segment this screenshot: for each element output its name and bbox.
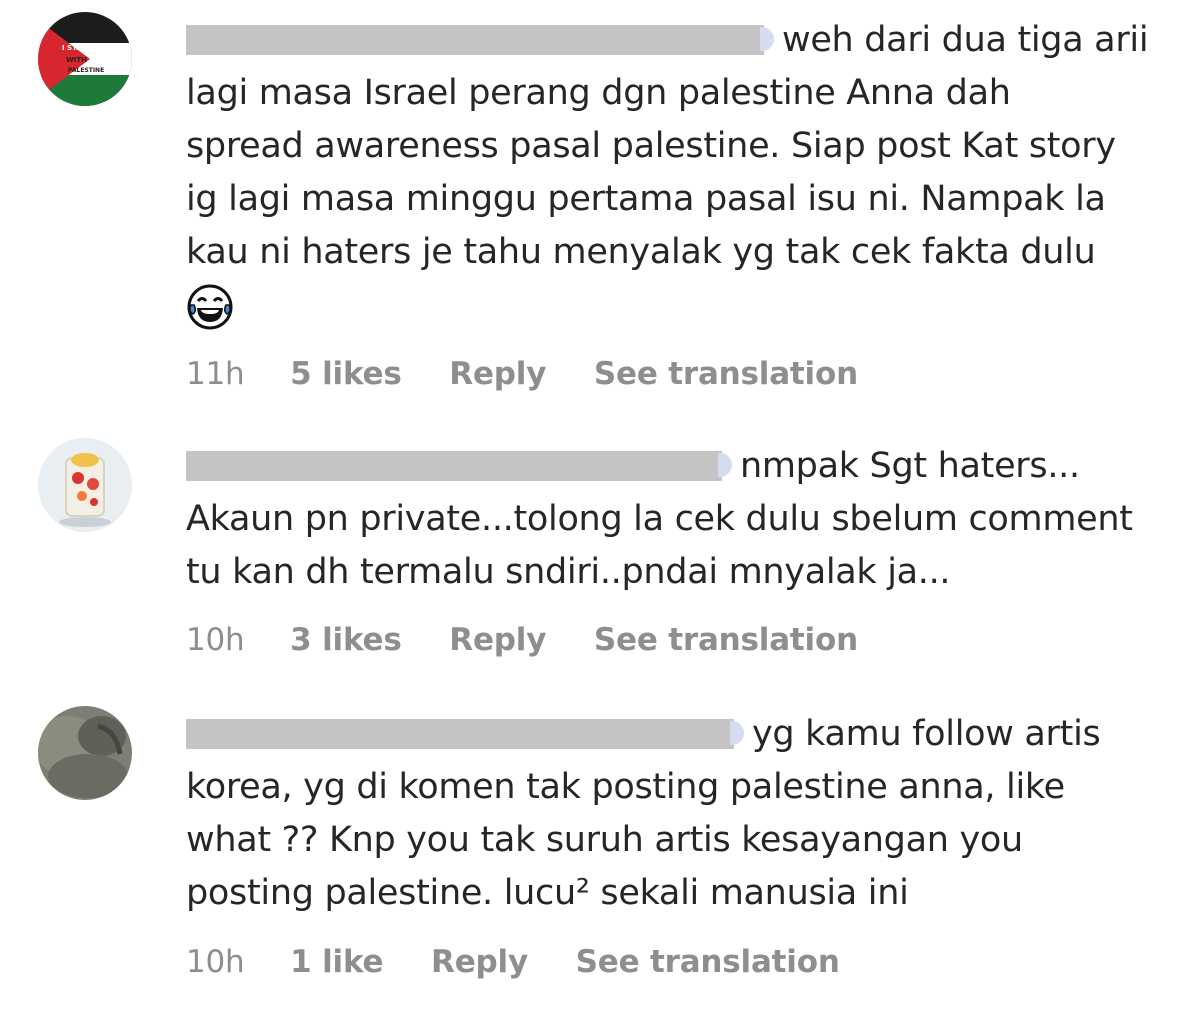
palestine-flag-avatar-icon: I STAND WITH PALESTINE	[38, 12, 132, 106]
comment-timestamp: 11h	[186, 356, 245, 392]
comment-text: yg kamu follow artis	[752, 714, 1101, 754]
comment-first-line: yg kamu follow artis	[186, 714, 1101, 754]
comment-text-line: tu kan dh termalu sndiri..pndai mnyalak …	[186, 552, 951, 592]
comment-meta: 10h 3 likes Reply See translation	[186, 622, 858, 658]
comment-timestamp: 10h	[186, 622, 245, 658]
gray-photo-avatar-icon	[38, 706, 132, 800]
reply-button[interactable]: Reply	[449, 622, 546, 658]
comment-meta: 10h 1 like Reply See translation	[186, 944, 840, 980]
comment-likes-count[interactable]: 1 like	[290, 944, 383, 980]
comment-meta: 11h 5 likes Reply See translation	[186, 356, 858, 392]
see-translation-button[interactable]: See translation	[594, 356, 858, 392]
reply-button[interactable]: Reply	[449, 356, 546, 392]
comment-text-line: spread awareness pasal palestine. Siap p…	[186, 126, 1116, 166]
tears-of-joy-emoji-icon	[187, 284, 233, 330]
see-translation-button[interactable]: See translation	[576, 944, 840, 980]
comment-timestamp: 10h	[186, 944, 245, 980]
comment-text: nmpak Sgt haters...	[740, 446, 1080, 486]
user-avatar[interactable]: I STAND WITH PALESTINE	[38, 12, 132, 106]
comment-first-line: nmpak Sgt haters...	[186, 446, 1080, 486]
comment-body: nmpak Sgt haters... Akaun pn private...t…	[186, 440, 1186, 599]
redacted-username-mention[interactable]	[186, 719, 744, 749]
dessert-photo-avatar-icon	[38, 438, 132, 532]
comment-body: yg kamu follow artis korea, yg di komen …	[186, 708, 1186, 920]
comment-text: weh dari dua tiga arii	[782, 20, 1149, 60]
comment-text-line: posting palestine. lucu² sekali manusia …	[186, 873, 909, 913]
user-avatar[interactable]	[38, 706, 132, 800]
comment-text-line: ig lagi masa minggu pertama pasal isu ni…	[186, 179, 1106, 219]
svg-text:WITH: WITH	[66, 56, 87, 64]
comment-text-line: Akaun pn private...tolong la cek dulu sb…	[186, 499, 1133, 539]
redacted-username-mention[interactable]	[186, 25, 774, 55]
redacted-username-mention[interactable]	[186, 451, 732, 481]
comment-text-line: lagi masa Israel perang dgn palestine An…	[186, 73, 1011, 113]
comment-body: weh dari dua tiga arii lagi masa Israel …	[186, 14, 1186, 347]
user-avatar[interactable]	[38, 438, 132, 532]
svg-text:PALESTINE: PALESTINE	[68, 67, 104, 74]
comment-text-line: kau ni haters je tahu menyalak yg tak ce…	[186, 232, 1096, 272]
comment-first-line: weh dari dua tiga arii	[186, 20, 1149, 60]
comment-likes-count[interactable]: 3 likes	[290, 622, 402, 658]
comment-likes-count[interactable]: 5 likes	[290, 356, 402, 392]
svg-text:I STAND: I STAND	[62, 44, 94, 52]
comment-text-line: korea, yg di komen tak posting palestine…	[186, 767, 1065, 807]
reply-button[interactable]: Reply	[431, 944, 528, 980]
comment-text-line: what ?? Knp you tak suruh artis kesayang…	[186, 820, 1023, 860]
see-translation-button[interactable]: See translation	[594, 622, 858, 658]
